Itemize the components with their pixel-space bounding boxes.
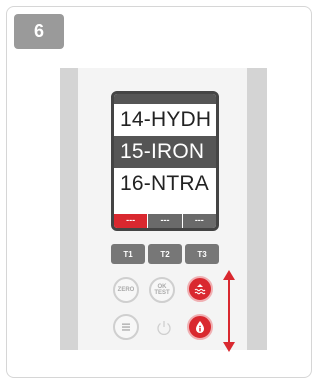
power-icon <box>157 321 171 335</box>
screen-tab-3: --- <box>182 214 216 228</box>
t1-button[interactable]: T1 <box>111 244 145 264</box>
screen-softkey-tabs: --- --- --- <box>114 214 216 228</box>
screen-header-bar <box>114 94 216 104</box>
device-left-rail <box>60 68 78 350</box>
menu-lines-icon <box>122 323 130 331</box>
power-button[interactable] <box>151 315 177 341</box>
step-number-badge: 6 <box>14 14 64 49</box>
device-screen: 14-HYDH 15-IRON 16-NTRA --- --- --- <box>111 91 219 231</box>
ok-test-button[interactable]: OK TEST <box>149 277 175 303</box>
t2-button[interactable]: T2 <box>148 244 182 264</box>
test-label: TEST <box>154 290 170 296</box>
scroll-up-button[interactable] <box>187 276 213 302</box>
menu-button[interactable] <box>113 314 139 340</box>
screen-tab-1: --- <box>114 214 148 228</box>
info-drop-icon <box>196 321 204 333</box>
zero-button[interactable]: ZERO <box>113 277 139 303</box>
screen-tab-2: --- <box>148 214 182 228</box>
menu-item-ntra[interactable]: 16-NTRA <box>114 168 216 200</box>
zero-label: ZERO <box>117 287 135 293</box>
arrow-down-icon <box>223 312 235 352</box>
water-level-up-icon <box>194 284 206 295</box>
menu-item-iron-selected[interactable]: 15-IRON <box>114 136 216 168</box>
t3-button[interactable]: T3 <box>185 244 219 264</box>
menu-item-hydh[interactable]: 14-HYDH <box>114 104 216 136</box>
device-right-rail <box>247 68 267 350</box>
scroll-down-button[interactable] <box>187 314 213 340</box>
arrow-up-icon <box>223 270 235 312</box>
